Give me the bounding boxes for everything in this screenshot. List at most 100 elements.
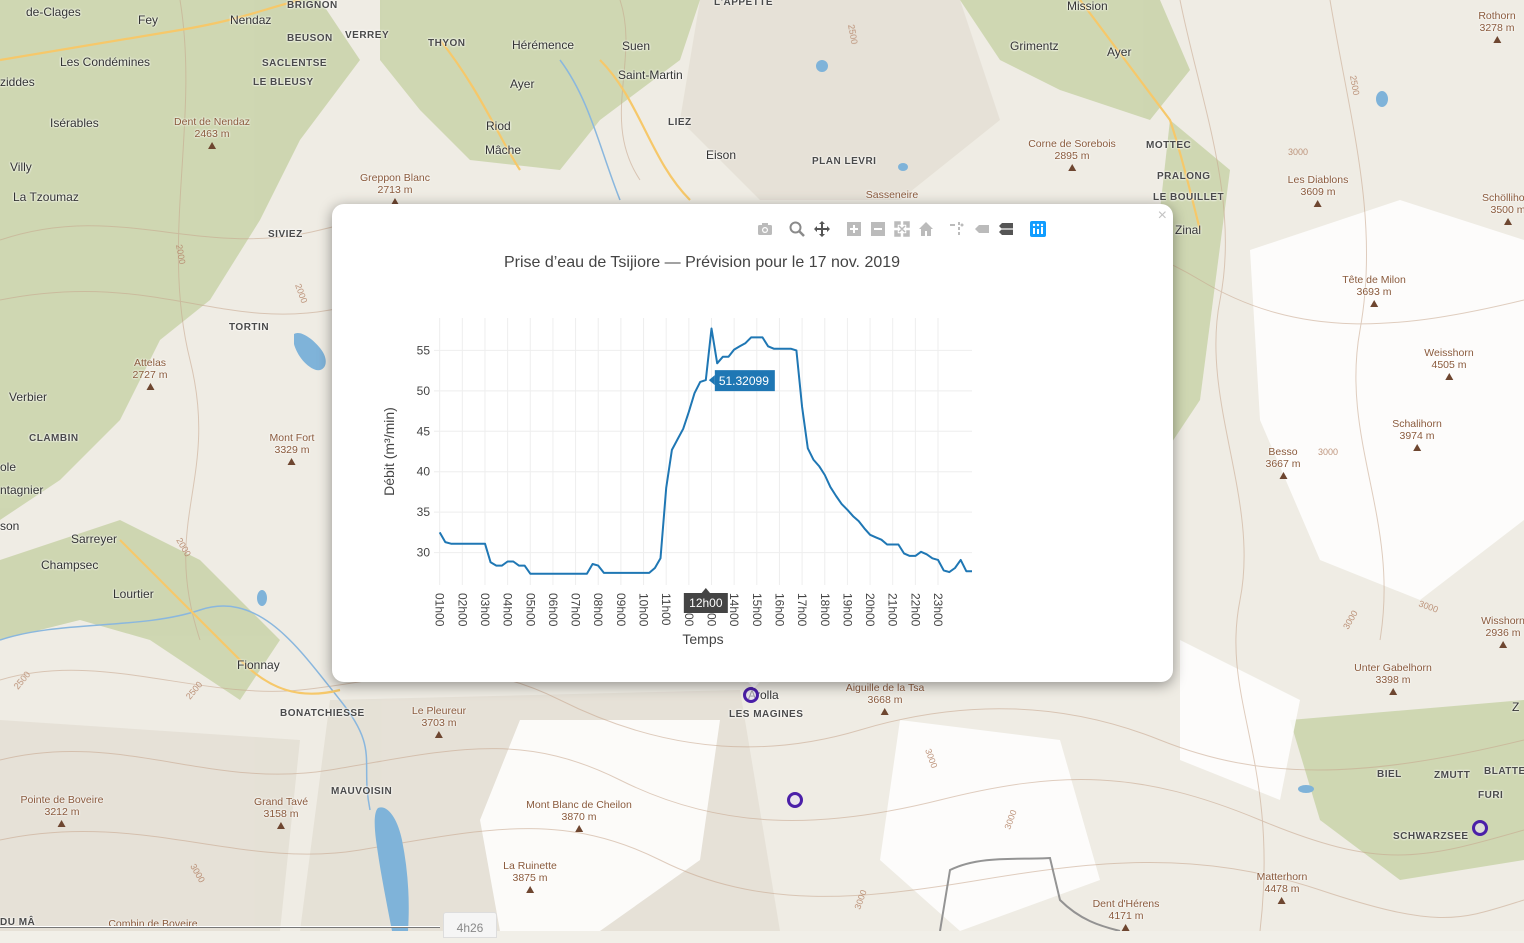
place-label: SACLENTSE xyxy=(262,58,328,69)
peak-altitude: 2936 m xyxy=(1485,627,1521,639)
map-scale-bar xyxy=(0,926,440,928)
peak-name: Attelas xyxy=(133,357,167,369)
peak-icon xyxy=(57,820,66,827)
x-tick-label: 05h00 xyxy=(523,593,537,627)
x-tick-label: 21h00 xyxy=(886,593,900,627)
place-label: LES MAGINES xyxy=(729,709,804,720)
peak-name: Weisshorn xyxy=(1424,347,1474,359)
x-tick-label: 11h00 xyxy=(659,593,673,626)
place-label: Nendaz xyxy=(230,13,272,27)
place-label: L'APPETTE xyxy=(714,0,774,8)
place-label: LE BLEUSY xyxy=(253,77,314,88)
place-label: PRALONG xyxy=(1157,171,1211,182)
place-label: Grimentz xyxy=(1010,39,1059,53)
peak-label: Tête de Milon 3693 m xyxy=(1342,274,1406,307)
x-tick-label: 17h00 xyxy=(795,593,809,627)
peak-altitude: 2895 m xyxy=(1054,150,1090,162)
place-label: Lourtier xyxy=(113,587,154,601)
place-label: SCHWARZSEE xyxy=(1393,831,1469,842)
x-tick-label: 03h00 xyxy=(478,593,492,627)
place-label: LIEZ xyxy=(668,117,692,128)
peak-altitude: 3875 m xyxy=(512,872,548,884)
place-label: Ayer xyxy=(510,77,535,91)
place-label: ole xyxy=(0,460,17,474)
peak-altitude: 4478 m xyxy=(1264,883,1300,895)
peak-altitude: 3667 m xyxy=(1265,458,1301,470)
peak-icon xyxy=(1068,164,1076,171)
peak-label: Mont Blanc de Cheilon 3870 m xyxy=(526,799,632,832)
peak-icon xyxy=(434,731,443,738)
peak-name: Tête de Milon xyxy=(1342,274,1406,286)
place-label: Hérémence xyxy=(512,38,575,52)
peak-icon xyxy=(526,886,534,893)
peak-altitude: 3398 m xyxy=(1375,674,1411,686)
peak-altitude: 4171 m xyxy=(1108,910,1144,922)
bottom-tab[interactable]: 4h26 xyxy=(443,912,497,938)
place-label: Fey xyxy=(138,13,159,27)
peak-icon xyxy=(1498,641,1507,648)
station-marker[interactable] xyxy=(787,792,803,808)
peak-altitude: 3693 m xyxy=(1356,286,1392,298)
place-label: Isérables xyxy=(50,116,99,130)
peak-name: Schöllihorn xyxy=(1482,192,1524,204)
x-tick-label: 19h00 xyxy=(840,593,854,627)
place-label: Sarreyer xyxy=(71,532,118,546)
x-tick-label: 22h00 xyxy=(908,593,922,627)
place-label: Riod xyxy=(486,119,511,133)
place-label: FURI xyxy=(1478,790,1504,801)
place-label: Ayer xyxy=(1107,45,1132,59)
peak-label: Dent d'Hérens 4171 m xyxy=(1093,898,1159,931)
x-tick-label: 06h00 xyxy=(546,593,560,627)
place-label: Fionnay xyxy=(237,658,280,672)
y-tick-label: 30 xyxy=(417,546,431,560)
y-tick-label: 55 xyxy=(417,343,431,357)
x-tick-label: 10h00 xyxy=(637,593,651,627)
peak-icon xyxy=(207,142,216,149)
place-label: Suen xyxy=(622,39,651,53)
place-label: Champsec xyxy=(41,558,99,572)
x-tick-label: 07h00 xyxy=(569,593,583,627)
peak-label: Besso 3667 m xyxy=(1265,446,1301,479)
peak-icon xyxy=(1121,924,1130,931)
station-marker[interactable] xyxy=(1472,820,1488,836)
peak-label: Unter Gabelhorn 3398 m xyxy=(1354,662,1432,695)
x-tick-label: 15h00 xyxy=(750,593,764,627)
peak-icon xyxy=(1492,36,1501,43)
station-marker[interactable] xyxy=(743,687,759,703)
y-tick-label: 40 xyxy=(417,465,431,479)
peak-label: Mont Fort 3329 m xyxy=(270,432,314,465)
peak-label: Sasseneire xyxy=(866,189,919,201)
peak-altitude: 2727 m xyxy=(132,369,168,381)
peak-altitude: 3212 m xyxy=(44,806,80,818)
peak-label: Attelas 2727 m xyxy=(132,357,168,390)
place-label: La Tzoumaz xyxy=(13,190,79,204)
peak-name: Matterhorn xyxy=(1256,871,1308,883)
peak-name: Sasseneire xyxy=(865,189,919,201)
peak-icon xyxy=(1503,218,1512,225)
forecast-series-line[interactable] xyxy=(438,327,972,575)
place-label: Verbier xyxy=(9,390,48,404)
forecast-chart[interactable]: 30 35 40 45 50 55 01h00 02h00 03h00 04h00 05h00 06h… xyxy=(332,204,1173,682)
peak-name: Dent de Nendaz xyxy=(174,116,250,128)
peak-icon xyxy=(880,708,889,715)
place-label: de-Clages xyxy=(26,5,81,19)
peak-name: Rothorn xyxy=(1478,10,1516,22)
peak-icon xyxy=(1444,373,1453,380)
peak-label: Greppon Blanc 2713 m xyxy=(360,172,430,205)
place-label: MAUVOISIN xyxy=(331,786,393,797)
peak-icon xyxy=(1278,897,1286,904)
peak-icon xyxy=(1413,444,1421,451)
peak-icon xyxy=(1370,300,1378,307)
peak-label: Rothorn 3278 m xyxy=(1478,10,1516,43)
peak-name: Greppon Blanc xyxy=(359,172,431,184)
x-tick-label: 20h00 xyxy=(863,593,877,627)
y-tick-label: 50 xyxy=(417,384,431,398)
place-label: BIEL xyxy=(1377,769,1402,780)
peak-altitude: 2713 m xyxy=(377,184,413,196)
place-label: Z xyxy=(1512,700,1520,714)
place-label: THYON xyxy=(428,38,466,49)
place-label: Les Condémines xyxy=(60,55,151,69)
peak-name: Aiguille de la Tsa xyxy=(845,682,925,694)
peak-label: Schöllihorn3500 m xyxy=(1482,192,1524,225)
peak-name: Les Diablons xyxy=(1287,174,1349,186)
